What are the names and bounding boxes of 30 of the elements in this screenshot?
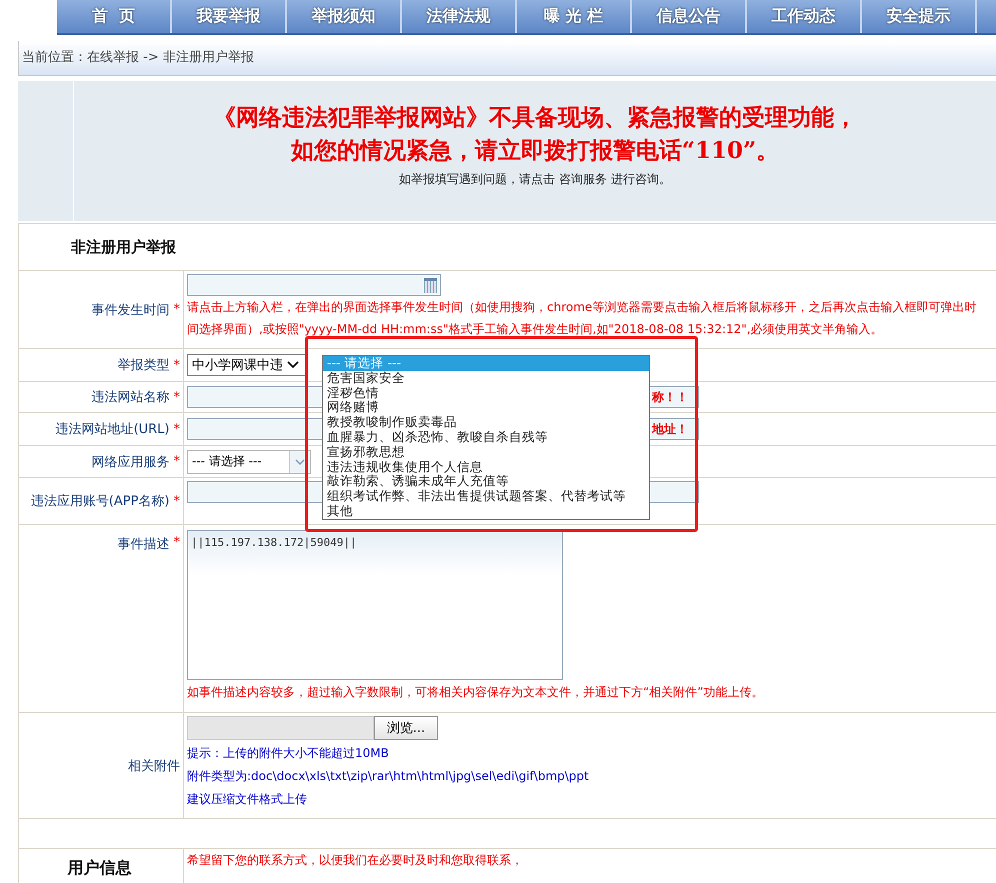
required-mark: * (174, 390, 180, 404)
section-title: 用户信息 (68, 858, 132, 879)
required-mark: * (174, 422, 180, 436)
required-mark: * (174, 358, 180, 372)
required-mark: * (174, 454, 180, 469)
required-mark: * (174, 494, 180, 508)
field-label: 举报类型 (118, 357, 170, 374)
description-hint: 如事件描述内容较多，超过输入字数限制，可将相关内容保存为文本文件，并通过下方“相关附件”功能上传。 (187, 684, 764, 701)
warning-text: 如您的情况紧急，请立即拨打报警电话“110”。 (290, 136, 780, 166)
required-mark: * (174, 302, 180, 317)
breadcrumb: 当前位置：在线举报 -> 非注册用户举报 (22, 50, 254, 65)
field-label: 相关附件 (128, 758, 180, 774)
help-text: 如举报填写遇到问题，请点击 (399, 172, 556, 186)
required-mark: * (174, 535, 180, 550)
field-label: 网络应用服务 (92, 454, 170, 470)
form-title: 非注册用户举报 (70, 237, 176, 258)
attachment-note: 提示：上传的附件大小不能超过10MB (187, 745, 389, 762)
field-label: 违法网站名称 (92, 389, 170, 406)
field-label: 违法应用账号(APP名称) (30, 493, 170, 510)
field-hint: 称！！ (652, 388, 688, 406)
contact-hint: 希望留下您的联系方式，以便我们在必要时及时和您取得联系， (187, 852, 523, 869)
time-hint: 请点击上方输入栏，在弹出的界面选择事件发生时间（如使用搜狗，chrome等浏览器需要点击输入框后将鼠标移开，之后再次点击输入框即可弹出时间选择界面）,或按照"yyyy-MM-dd HH:mm:ss"格式手工输入事件发生时间,如"2018-08-08 15:32:12",必须使用英文半角输入。 (187, 299, 978, 338)
attachment-note: 附件类型为:doc\docx\xls\txt\zip\rar\htm\html\jpg\sel\edi\gif\bmp\ppt (187, 768, 589, 785)
warning-text: 《网络违法犯罪举报网站》不具备现场、紧急报警的受理功能， (212, 103, 858, 133)
help-text: 进行咨询。 (610, 172, 671, 186)
field-hint: 地址！ (652, 420, 688, 438)
field-label: 事件发生时间 (92, 302, 170, 318)
attachment-note: 建议压缩文件格式上传 (187, 791, 307, 808)
field-label: 事件描述 (118, 536, 170, 553)
field-label: 违法网站地址(URL) (56, 421, 170, 438)
